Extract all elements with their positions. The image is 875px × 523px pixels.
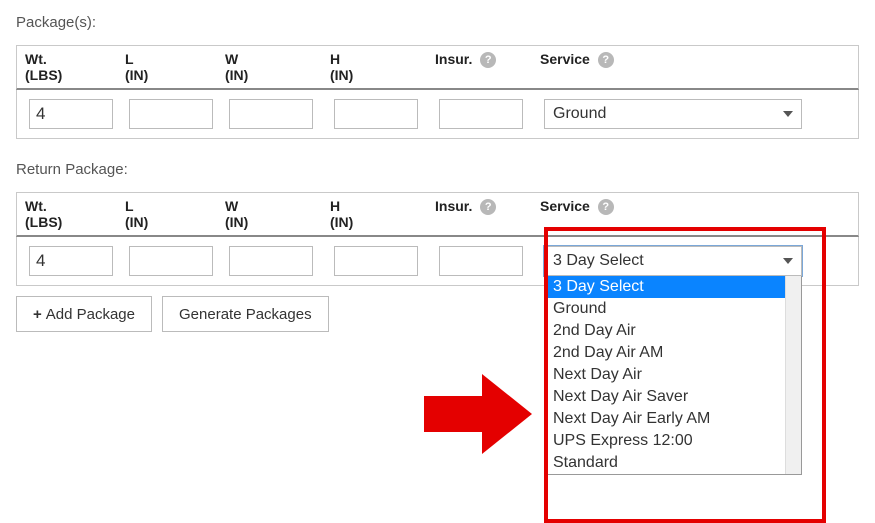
package-height-input[interactable] <box>334 99 418 129</box>
package-length-input[interactable] <box>129 99 213 129</box>
header-service: Service ? <box>532 193 802 235</box>
service-option[interactable]: UPS Express 12:00 <box>545 430 801 452</box>
header-height: H (IN) <box>322 193 427 235</box>
help-icon[interactable]: ? <box>480 199 496 215</box>
package-weight-input[interactable] <box>29 99 113 129</box>
header-service: Service ? <box>532 46 802 88</box>
service-option[interactable]: Ground <box>545 298 801 320</box>
help-icon[interactable]: ? <box>598 52 614 68</box>
plus-icon: + <box>33 306 42 323</box>
header-length: L (IN) <box>117 193 217 235</box>
header-width: W (IN) <box>217 46 322 88</box>
package-insurance-input[interactable] <box>439 99 523 129</box>
package-row: Ground <box>16 90 859 139</box>
header-insurance: Insur. ? <box>427 193 532 235</box>
add-package-button[interactable]: +Add Package <box>16 296 152 332</box>
chevron-down-icon <box>783 111 793 117</box>
service-option[interactable]: Standard <box>545 452 801 474</box>
return-length-input[interactable] <box>129 246 213 276</box>
scrollbar[interactable] <box>785 276 801 474</box>
service-option[interactable]: 2nd Day Air AM <box>545 342 801 364</box>
service-option[interactable]: 3 Day Select <box>545 276 801 298</box>
return-row: 3 Day Select 3 Day SelectGround2nd Day A… <box>16 237 859 286</box>
return-height-input[interactable] <box>334 246 418 276</box>
header-height: H (IN) <box>322 46 427 88</box>
header-length: L (IN) <box>117 46 217 88</box>
return-width-input[interactable] <box>229 246 313 276</box>
packages-section-label: Package(s): <box>16 14 859 31</box>
return-insurance-input[interactable] <box>439 246 523 276</box>
package-width-input[interactable] <box>229 99 313 129</box>
return-section-label: Return Package: <box>16 161 859 178</box>
chevron-down-icon <box>783 258 793 264</box>
service-option[interactable]: Next Day Air Saver <box>545 386 801 408</box>
header-width: W (IN) <box>217 193 322 235</box>
service-option[interactable]: 2nd Day Air <box>545 320 801 342</box>
header-weight: Wt. (LBS) <box>17 193 117 235</box>
generate-packages-button[interactable]: Generate Packages <box>162 296 329 332</box>
help-icon[interactable]: ? <box>598 199 614 215</box>
service-option[interactable]: Next Day Air <box>545 364 801 386</box>
return-weight-input[interactable] <box>29 246 113 276</box>
return-table-header: Wt. (LBS) L (IN) W (IN) H (IN) Insur. ? … <box>16 192 859 237</box>
header-insurance: Insur. ? <box>427 46 532 88</box>
package-service-select[interactable]: Ground <box>544 99 802 129</box>
service-dropdown-list[interactable]: 3 Day SelectGround2nd Day Air2nd Day Air… <box>544 276 802 475</box>
return-service-select[interactable]: 3 Day Select <box>544 246 802 276</box>
header-weight: Wt. (LBS) <box>17 46 117 88</box>
help-icon[interactable]: ? <box>480 52 496 68</box>
service-option[interactable]: Next Day Air Early AM <box>545 408 801 430</box>
packages-table-header: Wt. (LBS) L (IN) W (IN) H (IN) Insur. ? … <box>16 45 859 90</box>
